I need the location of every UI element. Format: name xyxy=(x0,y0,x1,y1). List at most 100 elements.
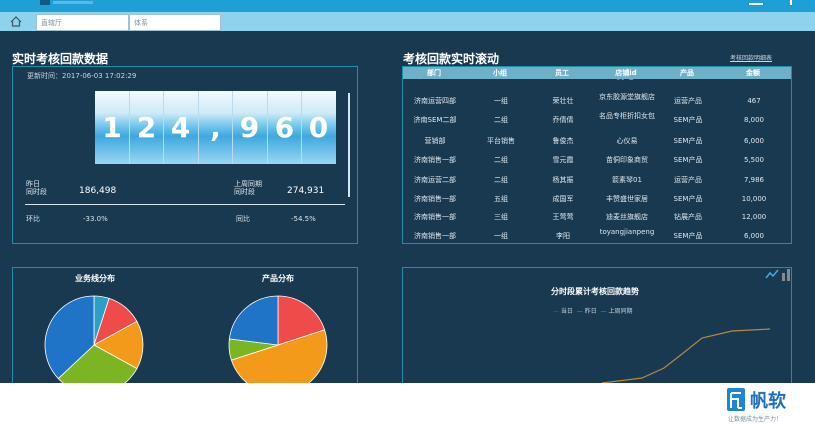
table-cell: 丰赞盛世家居 xyxy=(606,195,648,203)
trend-line-chart xyxy=(601,328,771,383)
table-cell: 运营产品 xyxy=(674,97,702,105)
pie-chart-business xyxy=(44,295,144,383)
home-icon xyxy=(10,16,22,27)
table-cell: 8,000 xyxy=(743,116,765,124)
big-digit: , xyxy=(198,91,232,164)
minimize-button[interactable] xyxy=(749,0,763,5)
table-cell: 467 xyxy=(747,97,761,105)
big-digit: 2 xyxy=(129,91,163,164)
table-cell: 箭素琴01 xyxy=(612,176,642,184)
table-cell: 三组 xyxy=(494,213,508,221)
yesterday-sublabel: 同时段 xyxy=(26,188,47,196)
table-cell: 李阳 xyxy=(556,232,570,240)
series-line-yesterday xyxy=(601,328,771,383)
legend-yesterday: 昨日 xyxy=(584,308,597,315)
lastweek-sublabel: 同时段 xyxy=(234,188,255,196)
table-cell: SEM产品 xyxy=(673,195,703,203)
realtime-title: 实时考核回款数据 xyxy=(12,52,109,66)
table-cell: 苗侗印象商贸 xyxy=(606,156,648,164)
table-cell: 运营产品 xyxy=(674,176,702,184)
table-cell: 济南SEM二部 xyxy=(413,116,457,124)
table-cell: SEM产品 xyxy=(673,156,703,164)
table-cell: 济南销售一部 xyxy=(414,195,456,203)
tab-bar: 直辖厅 体系 xyxy=(0,12,815,31)
home-button[interactable] xyxy=(0,12,32,31)
table-cell: 济南运营四部 xyxy=(414,97,456,105)
table-header: 部门 小组 员工 店铺id 产品 金额 xyxy=(403,67,791,79)
big-digit: 9 xyxy=(232,91,266,164)
legend-today: 当日 xyxy=(560,308,573,315)
table-cell: 济南销售一部 xyxy=(414,232,456,240)
close-button[interactable] xyxy=(790,0,792,5)
tab-tixi[interactable]: 体系 xyxy=(129,14,221,31)
scroll-title: 考核回款实时滚动 xyxy=(403,52,500,66)
pie-title-business: 业务线分布 xyxy=(75,274,115,283)
table-cell: 成国军 xyxy=(552,195,574,203)
table-cell: 心仪易 xyxy=(616,137,638,145)
table-cell: 10,000 xyxy=(741,195,767,203)
ring-label: 环比 xyxy=(26,215,40,223)
table-cell: 济南销售一部 xyxy=(414,213,456,221)
lastweek-value: 274,931 xyxy=(287,186,325,196)
big-digit: 1 xyxy=(102,111,122,144)
column-header: 小组 xyxy=(493,69,507,77)
table-cell: 平台销售 xyxy=(487,137,515,145)
ring-value: -33.0% xyxy=(83,215,108,223)
table-cell: 王莺莺 xyxy=(552,213,574,221)
table-cell: 5,500 xyxy=(743,156,765,164)
table-cell: 6,000 xyxy=(743,232,765,240)
table-cell: 二组 xyxy=(494,116,508,124)
tab-zhixiating[interactable]: 直辖厅 xyxy=(36,14,129,31)
table-cell: SEM产品 xyxy=(673,232,703,240)
big-digit: 6 xyxy=(267,91,301,164)
table-cell: 7,986 xyxy=(743,176,765,184)
table-cell: 一组 xyxy=(494,232,508,240)
bar-chart-icon[interactable] xyxy=(781,267,792,281)
table-cell: 济南运营二部 xyxy=(414,176,456,184)
report-link[interactable]: 考核回款明细表 xyxy=(730,53,772,62)
brand-name: 帆软 xyxy=(750,391,786,412)
table-cell: 杨其振 xyxy=(552,176,574,184)
table-cell: 京东胶源堂旗舰店 xyxy=(599,93,655,101)
table-cell: 乔倩倩 xyxy=(552,116,574,124)
stat-divider xyxy=(25,204,345,205)
trend-legend: — 当日 — 昨日 — 上周同期 xyxy=(553,308,633,315)
table-cell: SEM产品 xyxy=(673,137,703,145)
legend-lastweek: 上周同期 xyxy=(608,308,633,315)
pie-title-product: 产品分布 xyxy=(262,274,294,283)
top-bar xyxy=(0,0,815,12)
table-cell: 迪麦丝旗舰店 xyxy=(606,213,648,221)
yoy-label: 同比 xyxy=(236,215,250,223)
table-cell: 鲁俊杰 xyxy=(552,137,574,145)
table-cell: 营销部 xyxy=(424,137,446,145)
column-header: 产品 xyxy=(680,69,694,77)
big-number-board: 1 2 4 , 9 6 0 xyxy=(95,91,336,164)
table-cell: 一组 xyxy=(494,97,508,105)
column-header: 员工 xyxy=(555,69,569,77)
pie-chart-product xyxy=(228,295,328,383)
brand-slogan: 让数据成为生产力！ xyxy=(728,416,783,423)
yoy-value: -54.5% xyxy=(291,215,316,223)
yesterday-value: 186,498 xyxy=(79,186,117,196)
app-logo-icon xyxy=(40,0,93,5)
big-digit: 0 xyxy=(301,91,335,164)
column-header: 部门 xyxy=(427,69,441,77)
divider-bracket xyxy=(348,93,352,197)
pie-slice[interactable] xyxy=(228,295,279,346)
table-cell: 荣壮壮 xyxy=(552,97,574,105)
table-cell: 二组 xyxy=(494,176,508,184)
update-time: 更新时间：2017-06-03 17:02:29 xyxy=(27,72,137,80)
big-digit: 4 xyxy=(163,91,197,164)
column-header: 金额 xyxy=(746,69,760,77)
table-cell: 12,000 xyxy=(741,213,767,221)
table-cell: SEM产品 xyxy=(673,116,703,124)
line-chart-icon[interactable] xyxy=(765,268,779,280)
table-cell: 五组 xyxy=(494,195,508,203)
column-header: 店铺id xyxy=(615,69,637,77)
dashboard-screen: 直辖厅 体系 实时考核回款数据 更新时间：2017-06-03 17:02:29… xyxy=(0,0,815,383)
table-cell: toyangjianpeng xyxy=(599,228,655,236)
table-cell: 钻展产品 xyxy=(674,213,702,221)
table-cell: 雪元霞 xyxy=(552,156,574,164)
table-cell: 6,000 xyxy=(743,137,765,145)
table-cell: 济南销售一部 xyxy=(414,156,456,164)
